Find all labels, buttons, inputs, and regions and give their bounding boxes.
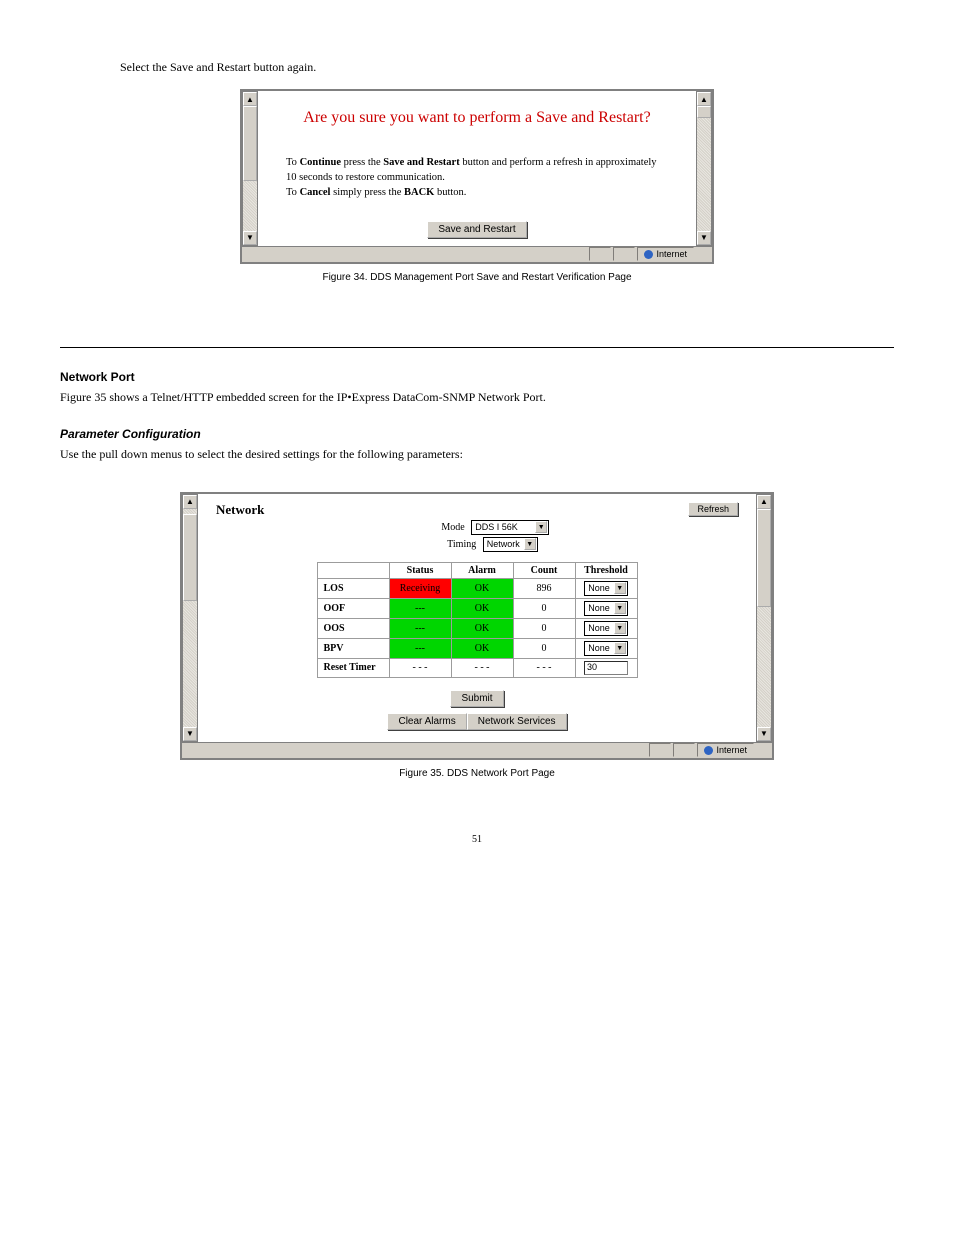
confirm-title: Are you sure you want to perform a Save … bbox=[286, 109, 668, 127]
count-cell: 0 bbox=[513, 638, 575, 658]
status-cell: - - - bbox=[389, 658, 451, 677]
timing-select[interactable]: Network ▼ bbox=[483, 537, 538, 552]
chevron-down-icon: ▼ bbox=[614, 622, 626, 634]
param-config-heading: Parameter Configuration bbox=[60, 427, 894, 441]
count-cell: - - - bbox=[513, 658, 575, 677]
row-label: OOS bbox=[317, 618, 389, 638]
table-row: LOS Receiving OK 896 None ▼ bbox=[317, 578, 637, 598]
save-and-restart-button[interactable]: Save and Restart bbox=[427, 221, 526, 238]
network-services-button[interactable]: Network Services bbox=[467, 713, 567, 730]
count-cell: 896 bbox=[513, 578, 575, 598]
save-restart-preface: Select the Save and Restart button again… bbox=[120, 60, 834, 75]
resize-grip-icon[interactable] bbox=[754, 743, 768, 757]
left-scrollbar[interactable]: ▲ ▼ bbox=[182, 494, 198, 742]
network-port-window: ▲ ▼ Network Refresh Mode DDS I 56K ▼ bbox=[180, 492, 774, 760]
alarm-cell: OK bbox=[451, 578, 513, 598]
scroll-up-icon[interactable]: ▲ bbox=[757, 495, 771, 509]
status-internet: Internet bbox=[637, 247, 694, 261]
count-cell: 0 bbox=[513, 598, 575, 618]
timing-label: Timing bbox=[416, 539, 476, 550]
chevron-down-icon: ▼ bbox=[524, 538, 536, 550]
network-port-heading: Network Port bbox=[60, 370, 894, 384]
chevron-down-icon: ▼ bbox=[614, 642, 626, 654]
row-label: OOF bbox=[317, 598, 389, 618]
submit-button[interactable]: Submit bbox=[450, 690, 503, 707]
table-row: BPV --- OK 0 None ▼ bbox=[317, 638, 637, 658]
status-cell: --- bbox=[389, 638, 451, 658]
status-bar: Internet bbox=[242, 246, 712, 262]
threshold-select[interactable]: None ▼ bbox=[584, 601, 628, 616]
left-scrollbar[interactable]: ▲ ▼ bbox=[242, 91, 258, 246]
threshold-select[interactable]: None ▼ bbox=[584, 621, 628, 636]
row-label: LOS bbox=[317, 578, 389, 598]
status-cell: --- bbox=[389, 618, 451, 638]
row-label: Reset Timer bbox=[317, 658, 389, 677]
chevron-down-icon: ▼ bbox=[535, 521, 547, 533]
right-scrollbar[interactable]: ▲ ▼ bbox=[696, 91, 712, 246]
confirm-instructions: To Continue press the Save and Restart b… bbox=[286, 155, 668, 201]
figure-35-caption: Figure 35. DDS Network Port Page bbox=[180, 768, 774, 779]
network-table: Status Alarm Count Threshold LOS Receivi… bbox=[317, 562, 638, 678]
refresh-button[interactable]: Refresh bbox=[688, 502, 738, 516]
network-port-intro: Figure 35 shows a Telnet/HTTP embedded s… bbox=[60, 390, 894, 405]
status-internet: Internet bbox=[697, 743, 754, 757]
network-title: Network bbox=[216, 502, 264, 518]
save-restart-dialog: ▲ ▼ Are you sure you want to perform a S… bbox=[240, 89, 714, 264]
reset-timer-input[interactable]: 30 bbox=[584, 661, 628, 675]
table-row: Reset Timer - - - - - - - - - 30 bbox=[317, 658, 637, 677]
mode-label: Mode bbox=[405, 522, 465, 533]
threshold-select[interactable]: None ▼ bbox=[584, 641, 628, 656]
scroll-up-icon[interactable]: ▲ bbox=[183, 495, 197, 509]
scroll-up-icon[interactable]: ▲ bbox=[697, 92, 711, 106]
col-status: Status bbox=[389, 562, 451, 578]
figure-34-caption: Figure 34. DDS Management Port Save and … bbox=[240, 272, 714, 283]
alarm-cell: OK bbox=[451, 598, 513, 618]
status-cell: Receiving bbox=[389, 578, 451, 598]
section-divider bbox=[60, 347, 894, 348]
col-alarm: Alarm bbox=[451, 562, 513, 578]
scroll-down-icon[interactable]: ▼ bbox=[757, 727, 771, 741]
globe-icon bbox=[644, 250, 653, 259]
chevron-down-icon: ▼ bbox=[614, 602, 626, 614]
col-count: Count bbox=[513, 562, 575, 578]
count-cell: 0 bbox=[513, 618, 575, 638]
clear-alarms-button[interactable]: Clear Alarms bbox=[387, 713, 466, 730]
table-header-row: Status Alarm Count Threshold bbox=[317, 562, 637, 578]
globe-icon bbox=[704, 746, 713, 755]
scroll-up-icon[interactable]: ▲ bbox=[243, 92, 257, 106]
scroll-down-icon[interactable]: ▼ bbox=[243, 231, 257, 245]
table-row: OOS --- OK 0 None ▼ bbox=[317, 618, 637, 638]
right-scrollbar[interactable]: ▲ ▼ bbox=[756, 494, 772, 742]
chevron-down-icon: ▼ bbox=[614, 582, 626, 594]
scroll-down-icon[interactable]: ▼ bbox=[697, 231, 711, 245]
scroll-down-icon[interactable]: ▼ bbox=[183, 727, 197, 741]
col-threshold: Threshold bbox=[575, 562, 637, 578]
resize-grip-icon[interactable] bbox=[694, 247, 708, 261]
threshold-select[interactable]: None ▼ bbox=[584, 581, 628, 596]
row-label: BPV bbox=[317, 638, 389, 658]
alarm-cell: OK bbox=[451, 618, 513, 638]
page-number: 51 bbox=[0, 834, 954, 845]
alarm-cell: - - - bbox=[451, 658, 513, 677]
mode-select[interactable]: DDS I 56K ▼ bbox=[471, 520, 549, 535]
status-bar: Internet bbox=[182, 742, 772, 758]
param-config-intro: Use the pull down menus to select the de… bbox=[60, 447, 894, 462]
table-row: OOF --- OK 0 None ▼ bbox=[317, 598, 637, 618]
status-cell: --- bbox=[389, 598, 451, 618]
alarm-cell: OK bbox=[451, 638, 513, 658]
col-blank bbox=[317, 562, 389, 578]
